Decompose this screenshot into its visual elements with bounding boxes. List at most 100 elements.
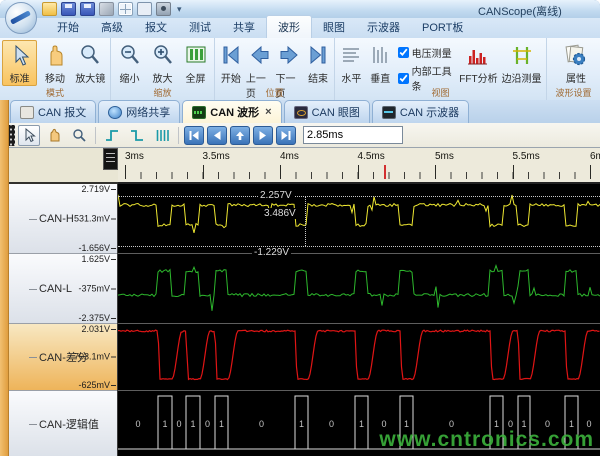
app-logo[interactable] (5, 2, 37, 34)
zoom-in-button[interactable]: 放大 (146, 40, 179, 86)
ribbon-tab-eye[interactable]: 眼图 (312, 16, 356, 38)
waveform-plot[interactable]: 2.257V 3.486V -1.229V 010101010101010101… (118, 184, 600, 456)
zoom-out-button[interactable]: 缩小 (113, 40, 146, 86)
ribbon-tab-oscilloscope[interactable]: 示波器 (356, 16, 411, 38)
ruler-label: 5.5ms (513, 151, 540, 162)
save-icon[interactable] (61, 2, 76, 16)
plot-row-can-l[interactable] (118, 254, 600, 324)
corner-menu-button[interactable] (103, 148, 118, 170)
ribbon: 标准 移动 放大镜 模式 缩小 放大 全屏 (0, 38, 600, 101)
plot-row-can-logic[interactable]: 0101010101010101010 www.cntronics.com (118, 391, 600, 456)
rising-edge-icon (105, 128, 119, 143)
ribbon-group-view: 水平 垂直 电压测量 内部工具条 FFT分析 边沿测量 视图 (334, 38, 546, 100)
ribbon-group-position: 开始 上一页 下一页 结束 位置 (214, 38, 334, 100)
tab-can-scope[interactable]: CAN 示波器 (372, 100, 469, 123)
properties-button[interactable]: 属性 (555, 40, 597, 86)
plot-row-can-diff[interactable] (118, 324, 600, 391)
canscope-window: ▾ CANScope(离线) 开始 高级 报文 测试 共享 波形 眼图 示波器 … (0, 0, 600, 456)
ribbon-group-mode: 标准 移动 放大镜 模式 (0, 38, 110, 100)
tab-can-message[interactable]: CAN 报文 (10, 100, 96, 123)
svg-text:1: 1 (162, 419, 167, 429)
cursor-tool-button[interactable] (18, 125, 40, 146)
channel-name[interactable]: CAN-L (39, 283, 72, 295)
time-position-input[interactable] (303, 126, 403, 144)
group-label-position: 位置 (215, 86, 334, 99)
edge-measure-icon (509, 43, 535, 69)
channel-row-can-diff[interactable]: CAN-差分 2.031V 703.1mV -625mV (8, 324, 117, 391)
nav-first-button[interactable] (184, 126, 204, 145)
connect-tool-icon[interactable] (99, 2, 114, 16)
standard-mode-button[interactable]: 标准 (2, 40, 37, 86)
nav-last-button[interactable] (276, 126, 296, 145)
magnifier-mode-button[interactable]: 放大镜 (73, 40, 108, 86)
ruler-major-tick (435, 165, 436, 179)
time-ruler[interactable]: 3ms3.5ms4ms4.5ms5ms5.5ms6ms (118, 148, 600, 184)
channel-row-can-logic[interactable]: CAN-逻辑值 (8, 391, 117, 456)
voltage-measure-checkbox-input[interactable] (398, 47, 409, 58)
full-screen-button[interactable]: 全屏 (179, 40, 212, 86)
channel-name[interactable]: CAN-H (39, 213, 74, 225)
internal-toolbar-checkbox-input[interactable] (398, 73, 409, 84)
voltage-measure-checkbox[interactable]: 电压测量 (398, 45, 455, 60)
hand-icon (43, 43, 67, 69)
ribbon-tab-home[interactable]: 开始 (46, 16, 90, 38)
magnifier-icon (72, 128, 86, 143)
window-layout-icon[interactable] (118, 2, 133, 16)
ruler-label: 3.5ms (203, 151, 230, 162)
tab-network-share[interactable]: 网络共享 (98, 100, 180, 123)
ruler-red-cursor[interactable] (384, 165, 386, 179)
horizontal-lines-icon (340, 43, 362, 69)
go-start-button[interactable]: 开始 (217, 40, 245, 86)
channel-name[interactable]: CAN-逻辑值 (39, 416, 99, 432)
nav-prev-button[interactable] (207, 126, 227, 145)
vertical-button[interactable]: 垂直 (366, 40, 395, 86)
vertical-lines-icon (369, 43, 391, 69)
open-file-icon[interactable] (42, 2, 57, 16)
ribbon-tab-advanced[interactable]: 高级 (90, 16, 134, 38)
ribbon-tab-message[interactable]: 报文 (134, 16, 178, 38)
measure-line-bottom[interactable] (118, 246, 600, 247)
measure-line-vertical[interactable] (305, 196, 307, 246)
measure-line-top[interactable] (118, 196, 600, 197)
ruler-major-tick (203, 165, 204, 179)
ruler-label: 4.5ms (358, 151, 385, 162)
ribbon-tab-waveform[interactable]: 波形 (266, 15, 312, 38)
full-screen-icon (184, 43, 208, 69)
snapshot-icon[interactable] (156, 2, 171, 16)
ruler-minor-ticks (125, 172, 600, 179)
falling-edge-button[interactable] (126, 125, 148, 146)
monitor-icon[interactable] (137, 2, 152, 16)
ribbon-tab-test[interactable]: 测试 (178, 16, 222, 38)
nav-trigger-button[interactable] (230, 126, 250, 145)
svg-text:0: 0 (329, 419, 334, 429)
zoom-out-icon (118, 43, 142, 69)
ribbon-tab-port[interactable]: PORT板 (411, 16, 474, 38)
nav-next-button[interactable] (253, 126, 273, 145)
qat-dropdown-icon[interactable]: ▾ (177, 4, 182, 15)
arrow-right-icon (257, 130, 269, 141)
pan-tool-button[interactable] (43, 125, 65, 146)
move-mode-button[interactable]: 移动 (37, 40, 72, 86)
zoom-tool-button[interactable] (68, 125, 90, 146)
edge-measure-button[interactable]: 边沿测量 (499, 40, 544, 86)
arrow-right-icon (278, 43, 300, 69)
close-tab-icon[interactable]: × (265, 106, 271, 118)
channel-row-can-h[interactable]: CAN-H 2.719V 531.3mV -1.656V (8, 184, 117, 254)
falling-edge-icon (130, 128, 144, 143)
fft-analysis-button[interactable]: FFT分析 (458, 40, 499, 86)
trigger-mark-icon (234, 130, 246, 141)
toolbar-grip[interactable] (8, 125, 15, 146)
magnifier-icon (78, 43, 102, 69)
tab-can-waveform[interactable]: CAN 波形× (182, 100, 281, 123)
save-as-icon[interactable] (80, 2, 95, 16)
ribbon-tab-share[interactable]: 共享 (222, 16, 266, 38)
go-end-button[interactable]: 结束 (304, 40, 332, 86)
scale-top-value: 2.031V (81, 325, 116, 334)
grid-lines-button[interactable] (151, 125, 173, 146)
channel-row-can-l[interactable]: CAN-L 1.625V -375mV -2.375V (8, 254, 117, 324)
plot-row-can-h[interactable]: 2.257V 3.486V -1.229V (118, 184, 600, 254)
horizontal-button[interactable]: 水平 (337, 40, 366, 86)
tab-can-eye[interactable]: CAN 眼图 (284, 100, 370, 123)
left-scroll-strip[interactable] (0, 100, 9, 456)
rising-edge-button[interactable] (101, 125, 123, 146)
